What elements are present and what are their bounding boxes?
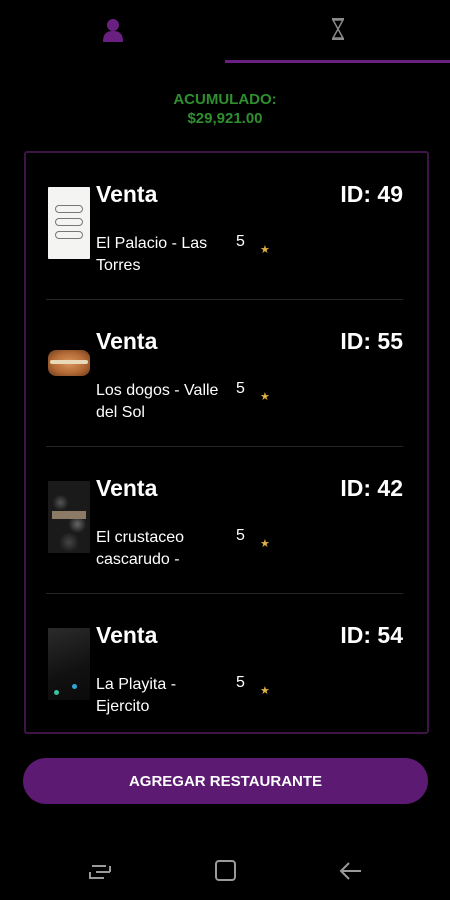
- hotdog-image: [48, 334, 90, 406]
- list-item-sale[interactable]: Venta ID: 55 Los dogos - Valle del Sol 5…: [26, 300, 427, 447]
- list-item-sale[interactable]: Venta ID: 49 El Palacio - Las Torres 5 ★: [26, 153, 427, 300]
- restaurant-name: Los dogos - Valle del Sol: [96, 382, 219, 421]
- list-item-sale[interactable]: Venta ID: 42 El crustaceo cascarudo - 5 …: [26, 447, 427, 594]
- person-icon: [102, 18, 123, 47]
- rating-value: 5: [236, 233, 245, 250]
- restaurant-name: El crustaceo cascarudo -: [96, 529, 185, 568]
- rating-value: 5: [236, 380, 245, 397]
- accumulated-total: ACUMULADO: $29,921.00: [0, 90, 450, 128]
- sale-title: Venta: [96, 622, 158, 648]
- sales-list[interactable]: Venta ID: 49 El Palacio - Las Torres 5 ★…: [24, 151, 429, 734]
- active-tab-indicator: [225, 60, 450, 63]
- star-icon: ★: [260, 684, 270, 697]
- top-tab-bar: [0, 0, 450, 64]
- menu-image: [48, 187, 90, 259]
- sale-id: ID: 55: [340, 328, 403, 354]
- restaurant-name: La Playita - Ejercito: [96, 676, 177, 715]
- back-icon[interactable]: [337, 858, 367, 884]
- sale-id: ID: 49: [340, 181, 403, 207]
- tab-history[interactable]: [225, 0, 450, 64]
- system-navigation-bar: [0, 846, 450, 900]
- sale-title: Venta: [96, 181, 158, 207]
- rating-value: 5: [236, 527, 245, 544]
- sale-title: Venta: [96, 328, 158, 354]
- star-icon: ★: [260, 390, 270, 403]
- add-restaurant-button[interactable]: AGREGAR RESTAURANTE: [23, 758, 428, 804]
- night-image: [48, 628, 90, 700]
- sale-id: ID: 42: [340, 475, 403, 501]
- star-icon: ★: [260, 243, 270, 256]
- hourglass-icon: [331, 18, 345, 46]
- accumulated-label: ACUMULADO:: [173, 91, 277, 108]
- restaurant-name: El Palacio - Las Torres: [96, 235, 208, 274]
- accumulated-amount: $29,921.00: [187, 110, 263, 127]
- restaurant-image: [48, 481, 90, 553]
- star-icon: ★: [260, 537, 270, 550]
- list-item-sale[interactable]: Venta ID: 54 La Playita - Ejercito 5 ★: [26, 594, 427, 732]
- recent-apps-icon[interactable]: [86, 858, 116, 884]
- sale-title: Venta: [96, 475, 158, 501]
- sale-id: ID: 54: [340, 622, 403, 648]
- home-icon[interactable]: [211, 858, 241, 884]
- tab-profile[interactable]: [0, 0, 225, 64]
- rating-value: 5: [236, 674, 245, 691]
